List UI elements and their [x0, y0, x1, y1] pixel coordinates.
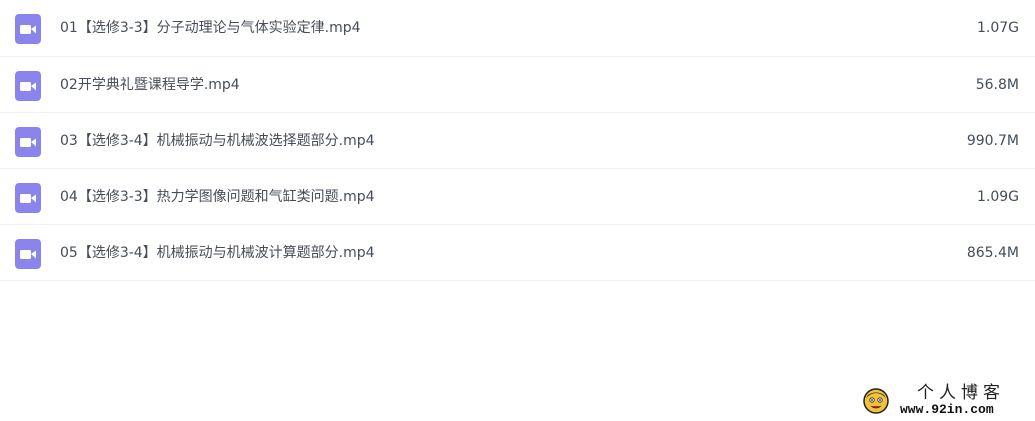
file-size: 1.09G — [976, 189, 1019, 205]
video-file-icon — [15, 127, 41, 157]
file-row[interactable]: 02开学典礼暨课程导学.mp4 56.8M — [0, 57, 1035, 113]
file-list: 01【选修3-3】分子动理论与气体实验定律.mp4 1.07G 02开学典礼暨课… — [0, 0, 1035, 281]
video-file-icon — [15, 71, 41, 101]
file-size: 56.8M — [975, 77, 1019, 93]
file-row[interactable]: 03【选修3-4】机械振动与机械波选择题部分.mp4 990.7M — [0, 113, 1035, 169]
file-name[interactable]: 02开学典礼暨课程导学.mp4 — [60, 75, 240, 95]
file-size: 1.07G — [976, 20, 1019, 36]
blog-logo-icon — [862, 387, 890, 415]
file-row[interactable]: 04【选修3-3】热力学图像问题和气缸类问题.mp4 1.09G — [0, 169, 1035, 225]
watermark-title: 个人博客 — [917, 383, 1005, 403]
file-size: 990.7M — [966, 133, 1019, 149]
file-size: 865.4M — [966, 245, 1019, 261]
file-name[interactable]: 04【选修3-3】热力学图像问题和气缸类问题.mp4 — [60, 187, 375, 207]
watermark: 个人博客 www.92in.com — [862, 383, 1022, 418]
video-file-icon — [15, 14, 41, 44]
file-row[interactable]: 05【选修3-4】机械振动与机械波计算题部分.mp4 865.4M — [0, 225, 1035, 281]
file-name[interactable]: 05【选修3-4】机械振动与机械波计算题部分.mp4 — [60, 243, 375, 263]
video-file-icon — [15, 239, 41, 269]
file-row[interactable]: 01【选修3-3】分子动理论与气体实验定律.mp4 1.07G — [0, 0, 1035, 57]
video-file-icon — [15, 183, 41, 213]
watermark-url: www.92in.com — [900, 402, 994, 417]
file-name[interactable]: 03【选修3-4】机械振动与机械波选择题部分.mp4 — [60, 131, 375, 151]
file-name[interactable]: 01【选修3-3】分子动理论与气体实验定律.mp4 — [60, 18, 361, 38]
